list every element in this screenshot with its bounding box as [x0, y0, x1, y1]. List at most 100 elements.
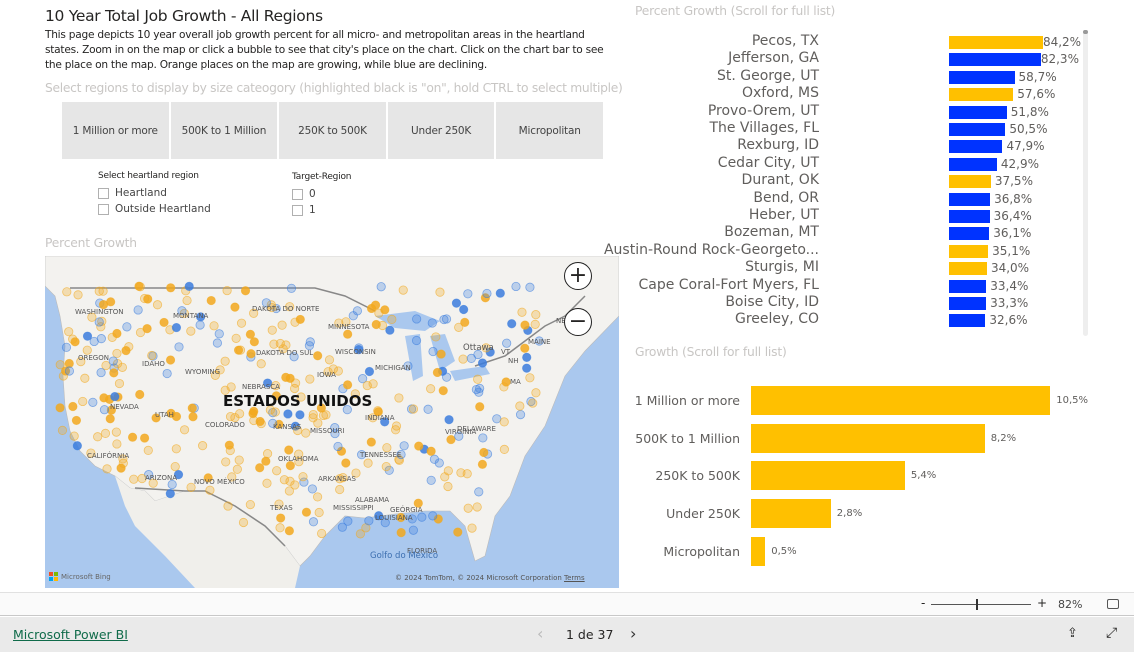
map-bubble[interactable] — [428, 346, 438, 357]
map-bubble[interactable] — [442, 372, 452, 382]
map-bubble[interactable] — [188, 412, 198, 422]
map-bubble[interactable] — [295, 410, 305, 420]
map-bubble[interactable] — [232, 464, 242, 474]
map-bubble[interactable] — [275, 338, 285, 349]
map-bubble[interactable] — [112, 439, 122, 449]
map-bubble[interactable] — [451, 298, 462, 308]
map-bubble[interactable] — [520, 320, 530, 330]
map-bubble[interactable] — [475, 383, 485, 394]
map-bubble[interactable] — [314, 507, 324, 518]
map-bubble[interactable] — [362, 380, 372, 391]
map-bubble[interactable] — [70, 337, 80, 347]
map-bubble[interactable] — [284, 526, 294, 536]
map-bubble[interactable] — [246, 349, 256, 359]
map-bubble[interactable] — [275, 523, 285, 533]
map-bubble[interactable] — [525, 373, 535, 383]
map-bubble[interactable] — [399, 441, 409, 451]
map-bubble[interactable] — [133, 305, 143, 315]
map-bubble[interactable] — [290, 378, 301, 388]
map-bubble[interactable] — [477, 358, 488, 368]
percent-growth-bar-chart[interactable]: Pecos, TX 84,2% Jefferson, GA 82,3% St. Geor… — [604, 33, 1090, 334]
size-tile-1m[interactable]: 1 Million or more — [62, 102, 169, 159]
map-bubble[interactable] — [363, 458, 373, 468]
map-bubble[interactable] — [209, 321, 219, 331]
map-bubble[interactable] — [444, 415, 454, 425]
map-bubble[interactable] — [443, 481, 453, 492]
map-bubble[interactable] — [466, 353, 476, 363]
map-bubble[interactable] — [99, 405, 110, 415]
map-bubble[interactable] — [240, 286, 251, 296]
share-icon[interactable]: ⇪ — [1067, 626, 1078, 641]
map-bubble[interactable] — [522, 352, 532, 362]
map-bubble[interactable] — [366, 437, 376, 447]
map-bubble[interactable] — [249, 337, 259, 347]
map-bubble[interactable] — [459, 304, 469, 315]
map-bubble[interactable] — [102, 464, 112, 474]
map-bubble[interactable] — [162, 368, 172, 379]
map-bubble[interactable] — [108, 356, 118, 366]
map-bubble[interactable] — [57, 425, 68, 435]
size-tile-under250k[interactable]: Under 250K — [387, 102, 495, 159]
map-bubble[interactable] — [426, 384, 436, 394]
bar[interactable] — [949, 262, 987, 276]
map-bubble[interactable] — [429, 454, 440, 464]
map-bubble[interactable] — [127, 432, 138, 442]
map-bubble[interactable] — [122, 322, 132, 332]
map-bubble[interactable] — [174, 342, 184, 352]
checkbox[interactable] — [292, 204, 303, 216]
outside-heartland-option[interactable]: Outside Heartland — [98, 201, 211, 217]
map-bubble[interactable] — [73, 290, 83, 300]
fullscreen-icon[interactable]: ⤢ — [1106, 625, 1117, 641]
size-tile-500k[interactable]: 500K to 1 Million — [170, 102, 278, 159]
bar[interactable] — [949, 244, 989, 258]
map-bubble[interactable] — [428, 511, 438, 521]
map-bubble[interactable] — [55, 360, 65, 370]
map-bubble[interactable] — [165, 489, 175, 499]
map-bubble[interactable] — [88, 397, 98, 407]
map-bubble[interactable] — [226, 382, 236, 392]
map-bubble[interactable] — [511, 281, 521, 292]
map-bubble[interactable] — [182, 295, 192, 306]
map-bubble[interactable] — [184, 281, 194, 292]
map-bubble[interactable] — [381, 461, 391, 472]
map-bubble[interactable] — [454, 322, 464, 332]
map-bubble[interactable] — [64, 358, 74, 369]
target-option-0[interactable]: 0 — [292, 186, 351, 202]
map-bubble[interactable] — [100, 428, 111, 438]
bar[interactable] — [751, 423, 985, 453]
map-bubble[interactable] — [348, 311, 358, 321]
map-bubble[interactable] — [112, 348, 122, 359]
map-bubble[interactable] — [414, 441, 424, 451]
map-bubble[interactable] — [166, 283, 176, 293]
map-bubble[interactable] — [441, 314, 452, 324]
zoom-in-button[interactable]: + — [1037, 596, 1047, 610]
map-bubble[interactable] — [80, 373, 90, 383]
map-bubble[interactable] — [220, 356, 230, 366]
map-bubble[interactable] — [479, 447, 489, 458]
map-bubble[interactable] — [152, 300, 163, 310]
map-bubble[interactable] — [261, 456, 271, 466]
map-bubble[interactable] — [96, 367, 106, 378]
map-bubble[interactable] — [135, 282, 145, 292]
bar[interactable] — [949, 123, 1006, 136]
map-bubble[interactable] — [142, 324, 152, 334]
map-zoom-out-button[interactable]: − — [564, 308, 592, 336]
map-bubble[interactable] — [423, 404, 433, 414]
bar[interactable] — [949, 157, 997, 171]
map-bubble[interactable] — [165, 355, 176, 365]
map-bubble[interactable] — [426, 446, 436, 456]
bar[interactable] — [949, 88, 1014, 102]
map-bubble[interactable] — [341, 458, 351, 468]
map-bubble[interactable] — [222, 285, 232, 296]
bar[interactable] — [751, 461, 905, 491]
zoom-slider-thumb[interactable] — [976, 599, 978, 610]
map-bubble[interactable] — [446, 434, 456, 445]
bar[interactable] — [949, 279, 987, 293]
bar[interactable] — [949, 210, 990, 223]
previous-page-button[interactable]: ‹ — [537, 624, 543, 643]
power-bi-link[interactable]: Microsoft Power BI — [13, 627, 128, 642]
map-bubble[interactable] — [436, 349, 446, 359]
map-bubble[interactable] — [298, 472, 308, 482]
next-page-button[interactable]: › — [630, 624, 636, 643]
map-bubble[interactable] — [262, 449, 273, 459]
